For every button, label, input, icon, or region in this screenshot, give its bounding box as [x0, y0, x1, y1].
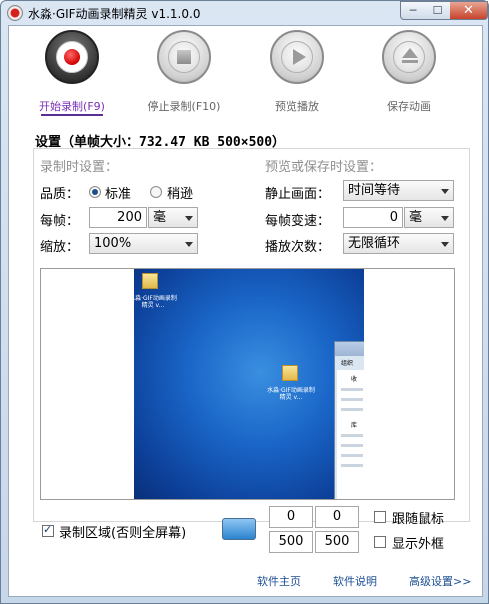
folder-icon: [142, 273, 158, 289]
explorer-label: 库: [351, 422, 358, 429]
play-icon: [270, 30, 324, 84]
app-window: 水淼·GIF动画录制精灵 v1.1.0.0 ─ ☐ ✕ 开始录制(F9) 停止录…: [0, 0, 489, 604]
speed-change-input[interactable]: 0: [343, 207, 403, 228]
follow-mouse-label: 跟随鼠标: [392, 512, 445, 527]
record-icon: [45, 30, 99, 84]
interval-unit-select[interactable]: 毫: [148, 207, 198, 228]
zoom-label: 缩放：: [40, 240, 80, 255]
start-record-label: 开始录制(F9): [39, 100, 105, 113]
quality-lower-label: 稍逊: [167, 187, 194, 202]
eject-icon: [382, 30, 436, 84]
zoom-select[interactable]: 100%: [89, 233, 198, 254]
loop-count-label: 播放次数：: [265, 240, 331, 255]
explorer-label: 收: [351, 376, 358, 383]
preview-area[interactable]: 水淼·GIF动画录制精灵 v... 水淼·GIF动画录制精灵 v... 组织 收…: [40, 268, 455, 500]
stop-icon: [157, 30, 211, 84]
frame-color-button[interactable]: [222, 518, 256, 540]
zoom-value: 100%: [94, 236, 132, 251]
speed-unit-value: 毫: [409, 210, 423, 225]
stop-record-label: 停止录制(F10): [147, 100, 221, 113]
follow-mouse-checkbox[interactable]: [374, 511, 386, 523]
quality-standard-radio[interactable]: [89, 186, 101, 198]
explorer-window-thumbnail: 组织 收 库: [334, 341, 364, 499]
minimize-button[interactable]: ─: [400, 1, 426, 20]
playback-settings-title: 预览或保存时设置：: [265, 160, 383, 175]
loop-count-select[interactable]: 无限循环: [343, 233, 454, 254]
chevron-down-icon: [441, 242, 449, 247]
speed-change-label: 每帧变速：: [265, 214, 331, 229]
region-height-input[interactable]: 500: [315, 531, 359, 553]
still-frame-label: 静止画面：: [265, 187, 331, 202]
active-underline: [41, 114, 103, 116]
record-region-checkbox[interactable]: [42, 523, 54, 537]
chevron-down-icon: [441, 216, 449, 221]
interval-unit-value: 毫: [153, 210, 167, 225]
quality-label: 品质：: [40, 187, 80, 202]
preview-play-button[interactable]: 预览播放: [242, 30, 352, 116]
start-record-button[interactable]: 开始录制(F9): [17, 30, 127, 116]
close-button[interactable]: ✕: [450, 1, 488, 20]
still-frame-select[interactable]: 时间等待: [343, 180, 454, 201]
show-frame-checkbox[interactable]: [374, 536, 386, 548]
chevron-down-icon: [441, 189, 449, 194]
title-bar[interactable]: 水淼·GIF动画录制精灵 v1.1.0.0 ─ ☐ ✕: [1, 1, 488, 25]
loop-count-value: 无限循环: [348, 236, 401, 251]
interval-label: 每帧：: [40, 214, 80, 229]
stop-record-button[interactable]: 停止录制(F10): [129, 30, 239, 116]
desktop-icon-caption: 水淼·GIF动画录制精灵 v...: [134, 295, 177, 309]
record-settings-title: 录制时设置：: [40, 160, 119, 175]
record-region-label: 录制区域(否则全屏幕): [59, 526, 187, 541]
region-width-input[interactable]: 500: [269, 531, 313, 553]
advanced-settings-link[interactable]: 高级设置>>: [409, 573, 471, 589]
window-title: 水淼·GIF动画录制精灵 v1.1.0.0: [28, 7, 201, 21]
folder-icon: [282, 365, 298, 381]
region-x-input[interactable]: 0: [269, 506, 313, 528]
speed-unit-select[interactable]: 毫: [404, 207, 454, 228]
quality-standard-label: 标准: [105, 187, 132, 202]
software-help-link[interactable]: 软件说明: [333, 573, 377, 589]
app-icon: [7, 5, 23, 21]
region-y-input[interactable]: 0: [315, 506, 359, 528]
chevron-down-icon: [185, 242, 193, 247]
software-home-link[interactable]: 软件主页: [257, 573, 301, 589]
maximize-button[interactable]: ☐: [425, 1, 451, 20]
still-frame-value: 时间等待: [348, 183, 401, 198]
desktop-icon-caption: 水淼·GIF动画录制精灵 v...: [267, 387, 315, 401]
show-frame-label: 显示外框: [392, 537, 445, 552]
main-client-area: 开始录制(F9) 停止录制(F10) 预览播放 保存动画 设置（单帧大小：732…: [8, 25, 483, 597]
quality-lower-radio[interactable]: [150, 186, 162, 198]
save-animation-label: 保存动画: [387, 100, 431, 113]
explorer-label: 组织: [341, 360, 354, 367]
desktop-preview: 水淼·GIF动画录制精灵 v... 水淼·GIF动画录制精灵 v... 组织 收…: [134, 269, 364, 499]
preview-play-label: 预览播放: [275, 100, 319, 113]
chevron-down-icon: [185, 216, 193, 221]
save-animation-button[interactable]: 保存动画: [354, 30, 464, 116]
interval-input[interactable]: 200: [89, 207, 147, 228]
